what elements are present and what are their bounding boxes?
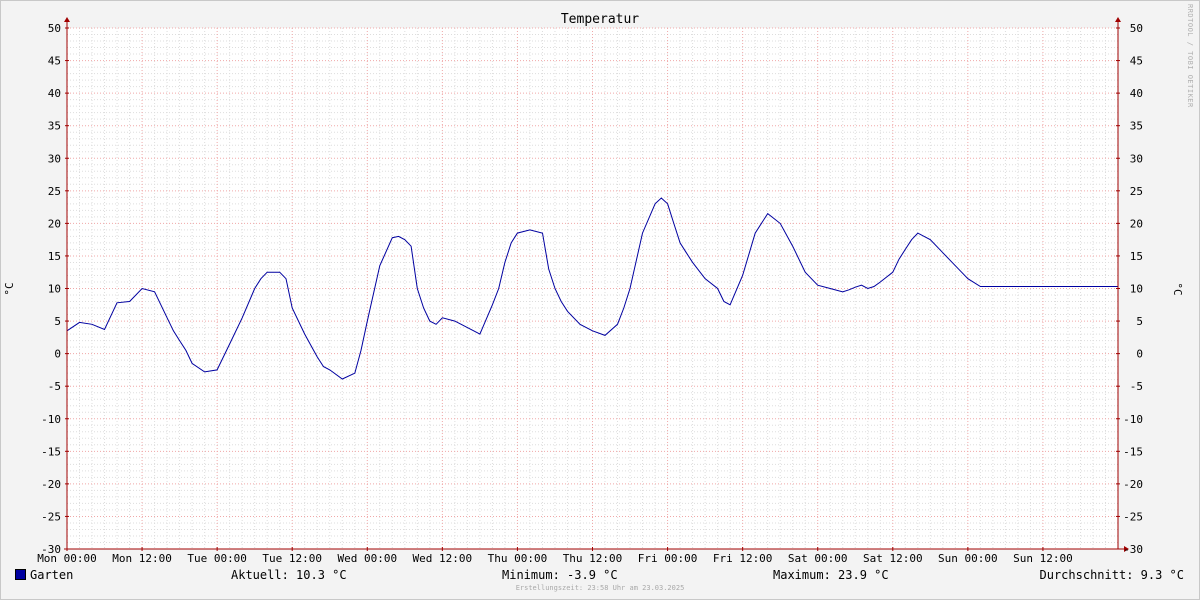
y-axis-right-arrow bbox=[1115, 17, 1121, 22]
y-tick-label-right: 0 bbox=[1136, 348, 1143, 361]
legend-minimum: Minimum: -3.9 °C bbox=[502, 568, 618, 582]
y-tick-label-right: -5 bbox=[1130, 380, 1143, 393]
x-tick-label: Thu 00:00 bbox=[488, 552, 548, 565]
x-tick-labels: Mon 00:00 Mon 12:00 Tue 00:00 Tue 12:00 Wed … bbox=[37, 552, 1073, 565]
x-tick-label: Tue 00:00 bbox=[187, 552, 247, 565]
legend-series-name: Garten bbox=[30, 568, 74, 582]
y-tick-label-left: -10 bbox=[41, 413, 61, 426]
x-tick-label: Wed 12:00 bbox=[413, 552, 473, 565]
x-tick-label: Sun 12:00 bbox=[1013, 552, 1073, 565]
y-tick-label-right: -30 bbox=[1123, 543, 1143, 556]
temperature-chart: -30-25-20-15-10-505101520253035404550 -3… bbox=[3, 12, 1184, 565]
x-tick-label: Tue 12:00 bbox=[262, 552, 322, 565]
y-tick-label-right: 50 bbox=[1130, 22, 1143, 35]
y-tick-label-left: -5 bbox=[48, 380, 61, 393]
y-tick-label-right: -10 bbox=[1123, 413, 1143, 426]
y-tick-label-right: -20 bbox=[1123, 478, 1143, 491]
legend-current: Aktuell: 10.3 °C bbox=[231, 568, 347, 582]
y-tick-label-right: -25 bbox=[1123, 510, 1143, 523]
x-tick-label: Sat 00:00 bbox=[788, 552, 848, 565]
y-tick-label-right: 15 bbox=[1130, 250, 1143, 263]
x-tick-label: Mon 00:00 bbox=[37, 552, 97, 565]
x-tick-label: Fri 12:00 bbox=[713, 552, 773, 565]
y-tick-label-right: 25 bbox=[1130, 185, 1143, 198]
x-tick-label: Sat 12:00 bbox=[863, 552, 923, 565]
creation-time-credit: Erstellungszeit: 23:58 Uhr am 23.03.2025 bbox=[515, 584, 685, 592]
y-tick-label-right: 10 bbox=[1130, 283, 1143, 296]
y-tick-label-left: 25 bbox=[48, 185, 61, 198]
x-tick-label: Wed 00:00 bbox=[337, 552, 397, 565]
y-tick-label-left: -15 bbox=[41, 445, 61, 458]
y-tick-label-left: 15 bbox=[48, 250, 61, 263]
y-tick-label-left: 5 bbox=[54, 315, 61, 328]
chart-title: Temperatur bbox=[561, 12, 639, 27]
x-tick-label: Thu 12:00 bbox=[563, 552, 623, 565]
y-tick-label-left: 35 bbox=[48, 120, 61, 133]
legend-swatch bbox=[15, 569, 26, 580]
y-tick-label-left: -25 bbox=[41, 510, 61, 523]
y-axis-label-right: °C bbox=[1171, 282, 1184, 295]
y-tick-label-right: 20 bbox=[1130, 217, 1143, 230]
y-tick-label-left: 20 bbox=[48, 217, 61, 230]
x-tick-label: Sun 00:00 bbox=[938, 552, 998, 565]
y-tick-label-right: 35 bbox=[1130, 120, 1143, 133]
y-tick-label-left: 0 bbox=[54, 348, 61, 361]
y-tick-labels-right: -30 -25 -20 -15 -10 -5 0 5 10 15 20 25 30 35 40 45 50 bbox=[1123, 22, 1143, 556]
legend-series: Garten bbox=[15, 568, 73, 584]
legend-average: Durchschnitt: 9.3 °C bbox=[1039, 568, 1185, 582]
x-tick-label: Fri 00:00 bbox=[638, 552, 698, 565]
y-tick-label-right: 40 bbox=[1130, 87, 1143, 100]
y-axis-label-left: °C bbox=[3, 282, 16, 295]
y-tick-label-right: 45 bbox=[1130, 55, 1143, 68]
x-tick-label: Mon 12:00 bbox=[112, 552, 172, 565]
y-tick-label-right: 5 bbox=[1136, 315, 1143, 328]
y-tick-label-left: 30 bbox=[48, 152, 61, 165]
watermark: RRDTOOL / TOBI OETIKER bbox=[1186, 4, 1194, 108]
y-tick-label-right: -15 bbox=[1123, 445, 1143, 458]
y-tick-labels-left: -30-25-20-15-10-505101520253035404550 bbox=[41, 22, 61, 556]
legend-maximum: Maximum: 23.9 °C bbox=[773, 568, 889, 582]
y-axis-left-arrow bbox=[64, 17, 70, 22]
y-tick-label-left: 45 bbox=[48, 55, 61, 68]
y-tick-label-right: 30 bbox=[1130, 152, 1143, 165]
y-tick-label-left: 10 bbox=[48, 283, 61, 296]
y-tick-label-left: -20 bbox=[41, 478, 61, 491]
y-tick-label-left: 50 bbox=[48, 22, 61, 35]
y-tick-label-left: 40 bbox=[48, 87, 61, 100]
